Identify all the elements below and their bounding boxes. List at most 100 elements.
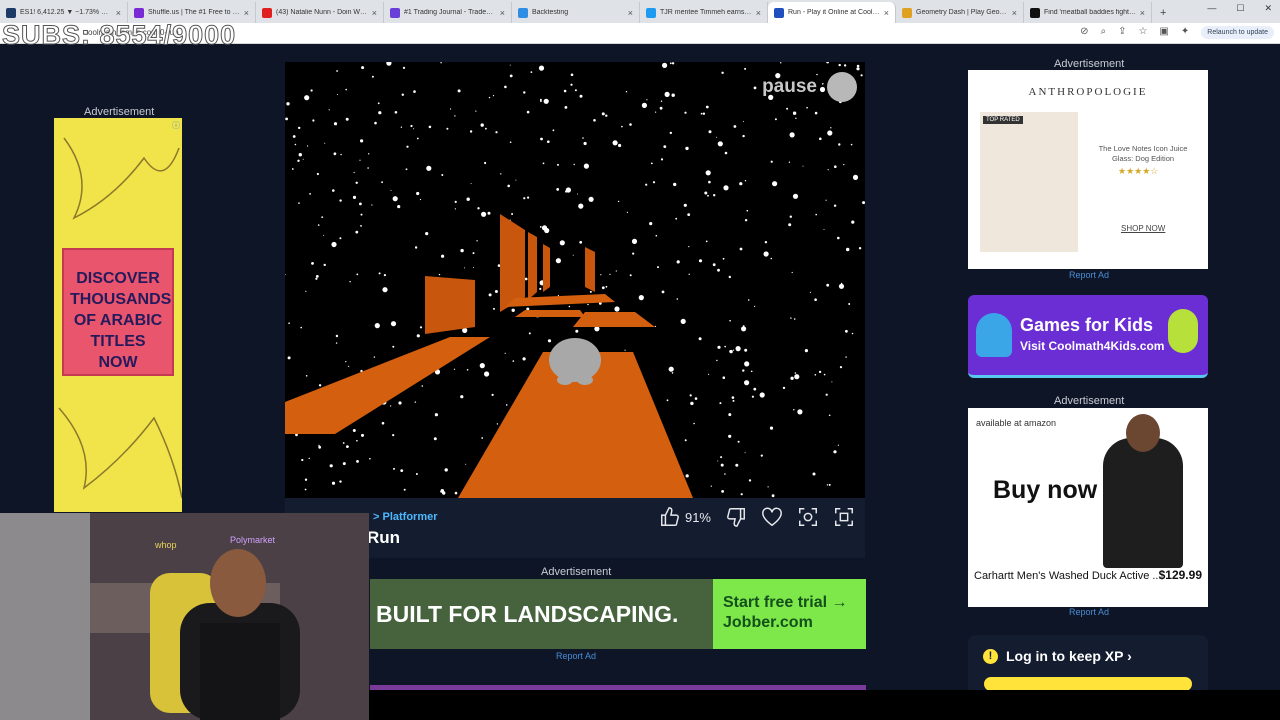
tab-title: Backtesting	[532, 9, 569, 16]
tab-favicon	[6, 7, 16, 18]
ad-label-right-2: Advertisement	[1054, 395, 1125, 407]
top-rated-badge: TOP RATED	[983, 116, 1023, 124]
tab-close-icon[interactable]: ×	[1140, 8, 1145, 18]
left-ad[interactable]: ⓘ DISCOVER THOUSANDS OF ARABIC TITLES NO…	[54, 118, 182, 512]
octopus-mascot-icon	[976, 313, 1012, 357]
product-price: $129.99	[1158, 568, 1202, 582]
product-name: Carhartt Men's Washed Duck Active ...	[974, 570, 1162, 582]
anthropologie-ad[interactable]: ANTHROPOLOGIE TOP RATED The Love Notes I…	[968, 70, 1208, 269]
game-info-bar: > Platformer Run 91%	[285, 498, 865, 558]
browser-tab[interactable]: Find 'meatball baddies fight' on ×	[1024, 2, 1152, 23]
subscriber-overlay: SUBS: 8554/9000	[1, 20, 237, 51]
maximize-icon[interactable]: ☐	[1236, 3, 1244, 14]
alien-mascot-icon	[1168, 309, 1198, 353]
player-character	[549, 338, 601, 385]
tab-favicon	[134, 7, 144, 18]
report-ad-link[interactable]: Report Ad	[1069, 607, 1109, 617]
tab-favicon	[390, 7, 400, 18]
tab-close-icon[interactable]: ×	[116, 8, 121, 18]
browser-tab[interactable]: Run - Play it Online at Coolmath ×	[768, 2, 896, 23]
rating-percent: 91%	[684, 509, 711, 525]
amazon-carhartt-ad[interactable]: available at amazon Buy now Carhartt Men…	[968, 408, 1208, 607]
tab-title: Geometry Dash | Play Geometry	[916, 9, 1009, 16]
tab-title: Find 'meatball baddies fight' on	[1044, 9, 1137, 16]
report-ad-link[interactable]: Report Ad	[556, 651, 596, 661]
product-image: TOP RATED	[980, 112, 1078, 252]
like-button[interactable]: 91%	[659, 506, 711, 528]
tab-favicon	[1030, 7, 1040, 18]
close-window-icon[interactable]: ✕	[1264, 3, 1272, 14]
jobber-banner-ad[interactable]: BUILT FOR LANDSCAPING. Start free trial …	[370, 579, 866, 649]
game-title: Run	[367, 528, 401, 547]
shop-now-link[interactable]: SHOP NOW	[1121, 224, 1165, 233]
pause-circle-icon[interactable]	[827, 72, 857, 102]
tab-title: (43) Natalie Nunn - Doin What	[276, 9, 369, 16]
pause-button[interactable]: pause	[762, 76, 817, 98]
model-head	[1126, 414, 1160, 452]
tab-title: TJR mentee Timmeh earns prop	[660, 9, 753, 16]
fullscreen-icon	[835, 508, 853, 526]
login-button[interactable]	[984, 677, 1192, 691]
product-name: The Love Notes Icon Juice Glass: Dog Edi…	[1098, 144, 1188, 163]
tab-title: ES1! 6,412.25 ▼ −1.73% MACH	[20, 9, 113, 16]
tab-favicon	[774, 7, 784, 18]
tab-close-icon[interactable]: ×	[500, 8, 505, 18]
bookmark-star-icon[interactable]: ☆	[1138, 26, 1147, 37]
extensions-icon[interactable]: ✦	[1181, 26, 1189, 37]
login-prompt[interactable]: Log in to keep XP ›	[1006, 648, 1132, 664]
tracking-icon[interactable]: ⊘	[1080, 26, 1088, 37]
tab-close-icon[interactable]: ×	[756, 8, 761, 18]
webcam-overlay: whop Polymarket	[0, 513, 369, 720]
browser-tab[interactable]: Geometry Dash | Play Geometry ×	[896, 2, 1024, 23]
coolmath4kids-ad[interactable]: Games for Kids Visit Coolmath4Kids.com	[968, 295, 1208, 378]
tab-close-icon[interactable]: ×	[1012, 8, 1017, 18]
dislike-button[interactable]	[725, 506, 747, 528]
kids-ad-subtitle: Visit Coolmath4Kids.com	[1020, 339, 1165, 353]
window-controls: — ☐ ✕	[1207, 3, 1272, 14]
screenshot-button[interactable]	[797, 506, 819, 528]
webcam-scene: whop Polymarket	[0, 513, 369, 720]
tab-close-icon[interactable]: ×	[628, 8, 633, 18]
relaunch-button[interactable]: Relaunch to update	[1201, 26, 1274, 39]
ad-headline: DISCOVER THOUSANDS OF ARABIC TITLES NOW	[62, 248, 174, 376]
ad-brand: ANTHROPOLOGIE	[1028, 86, 1148, 98]
ad-cta[interactable]: Start free trial → Jobber.com	[713, 579, 866, 649]
product-model-image	[1103, 438, 1183, 568]
buy-now-text: Buy now	[993, 476, 1098, 504]
browser-tab[interactable]: TJR mentee Timmeh earns prop ×	[640, 2, 768, 23]
tab-close-icon[interactable]: ×	[884, 8, 889, 18]
favorite-button[interactable]	[761, 506, 783, 528]
ad-headline: BUILT FOR LANDSCAPING.	[376, 601, 679, 627]
browser-tab[interactable]: (43) Natalie Nunn - Doin What ×	[256, 2, 384, 23]
tab-close-icon[interactable]: ×	[372, 8, 377, 18]
thumbs-up-icon	[660, 507, 679, 526]
kids-ad-title: Games for Kids	[1020, 315, 1154, 335]
ad-label-mid: Advertisement	[541, 566, 612, 578]
zoom-icon[interactable]: ⌕	[1100, 26, 1106, 37]
breadcrumb-category[interactable]: > Platformer	[373, 511, 438, 523]
new-tab-button[interactable]: +	[1152, 2, 1174, 23]
ad-label-left: Advertisement	[84, 106, 155, 118]
ad-choices-icon[interactable]: ⓘ	[172, 120, 180, 131]
fullscreen-button[interactable]	[833, 506, 855, 528]
heart-icon	[762, 507, 782, 527]
tab-title: Run - Play it Online at Coolmath	[788, 9, 881, 16]
login-xp-card[interactable]: ! Log in to keep XP ›	[968, 635, 1208, 695]
tab-close-icon[interactable]: ×	[244, 8, 249, 18]
browser-tab[interactable]: Backtesting ×	[512, 2, 640, 23]
report-ad-link[interactable]: Report Ad	[1069, 270, 1109, 280]
tab-title: Shuffle.us | The #1 Free to Play	[148, 9, 241, 16]
minimize-icon[interactable]: —	[1207, 3, 1216, 14]
game-canvas[interactable]: pause	[285, 62, 865, 498]
svg-text:whop: whop	[154, 540, 177, 550]
bottom-bar	[369, 690, 1280, 720]
ad-label-right-1: Advertisement	[1054, 58, 1125, 70]
browser-tab[interactable]: #1 Trading Journal - TradeZella ×	[384, 2, 512, 23]
tab-favicon	[518, 7, 528, 18]
tab-favicon	[646, 7, 656, 18]
tab-favicon	[902, 7, 912, 18]
svg-text:Polymarket: Polymarket	[230, 535, 276, 545]
sidebar-icon[interactable]: ▣	[1159, 26, 1168, 37]
share-icon[interactable]: ⇪	[1118, 26, 1126, 37]
rating-stars: ★★★★☆	[1118, 166, 1159, 176]
